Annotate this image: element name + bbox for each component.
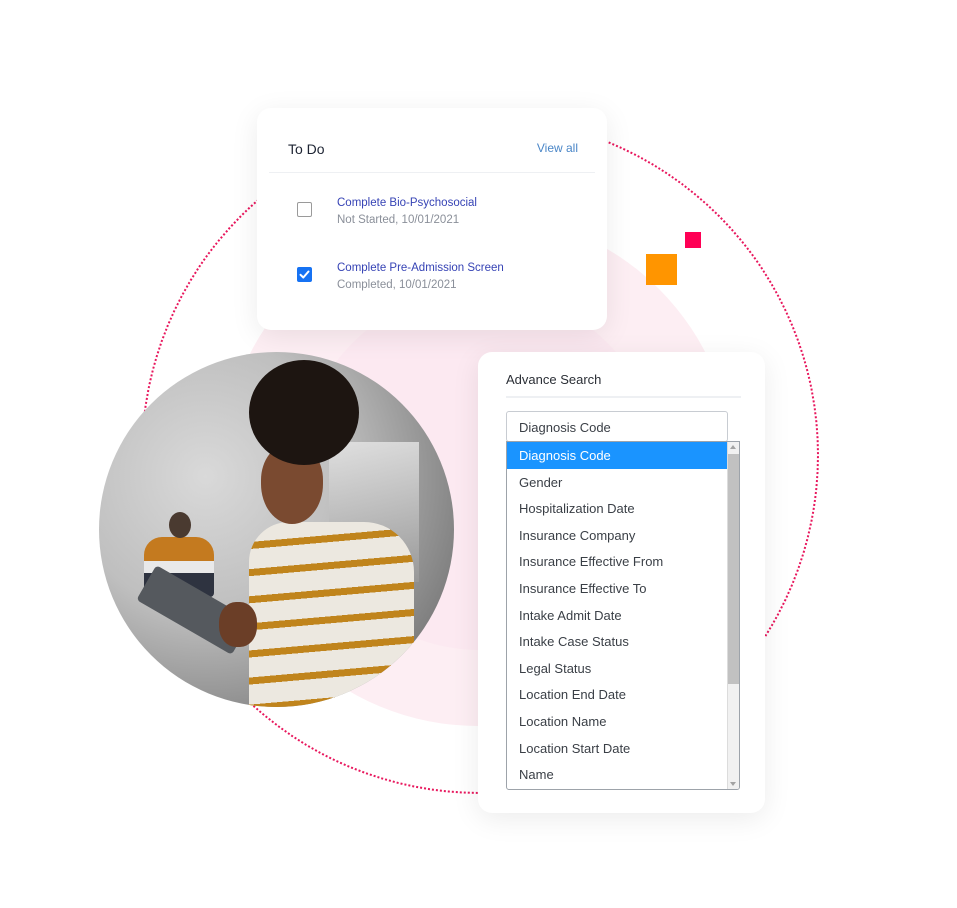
view-all-link[interactable]: View all (537, 141, 578, 155)
decorative-orange-square (646, 254, 677, 285)
divider (269, 172, 595, 173)
dropdown-scrollbar[interactable] (727, 442, 739, 789)
photo-hair (249, 360, 359, 465)
dropdown-option[interactable]: Diagnosis Code (507, 442, 728, 469)
todo-card: To Do View all Complete Bio-Psychosocial… (257, 108, 607, 330)
select-value: Diagnosis Code (519, 420, 611, 435)
check-icon (299, 270, 310, 279)
dropdown-option[interactable]: Intake Case Status (507, 628, 728, 655)
dropdown-option[interactable]: Location End Date (507, 681, 728, 708)
search-field-select[interactable]: Diagnosis Code (506, 411, 728, 442)
checkbox-checked[interactable] (297, 267, 312, 282)
todo-item-title[interactable]: Complete Bio-Psychosocial (337, 197, 477, 209)
photo-background-person-head (169, 512, 191, 538)
scroll-down-arrow-icon[interactable] (728, 778, 739, 789)
dropdown-option[interactable]: Hospitalization Date (507, 495, 728, 522)
dropdown-option[interactable]: Location Name (507, 708, 728, 735)
todo-item-status: Completed, 10/01/2021 (337, 279, 457, 291)
search-field-dropdown[interactable]: Name Location Start Date Location Name Loca… (506, 441, 740, 790)
todo-title: To Do (288, 141, 325, 157)
dropdown-option[interactable]: Insurance Effective From (507, 548, 728, 575)
dropdown-option[interactable]: Name (507, 761, 728, 788)
dropdown-option[interactable]: Insurance Company (507, 522, 728, 549)
person-photo (99, 352, 454, 707)
dropdown-option[interactable]: Intake Admit Date (507, 602, 728, 629)
dropdown-option[interactable]: Location Start Date (507, 735, 728, 762)
dropdown-option[interactable]: Gender (507, 469, 728, 496)
checkbox-unchecked[interactable] (297, 202, 312, 217)
scrollbar-thumb[interactable] (728, 454, 739, 684)
todo-item-status: Not Started, 10/01/2021 (337, 214, 460, 226)
todo-item-title[interactable]: Complete Pre-Admission Screen (337, 262, 504, 274)
photo-striped-sweater (249, 522, 414, 707)
divider (506, 396, 741, 398)
decorative-pink-square (685, 232, 701, 248)
advance-search-card: Advance Search Diagnosis Code Name Locati… (478, 352, 765, 813)
scroll-up-arrow-icon[interactable] (728, 442, 739, 453)
dropdown-option[interactable]: Insurance Effective To (507, 575, 728, 602)
advance-search-title: Advance Search (506, 372, 602, 387)
dropdown-option[interactable]: Legal Status (507, 655, 728, 682)
photo-hand (219, 602, 257, 647)
